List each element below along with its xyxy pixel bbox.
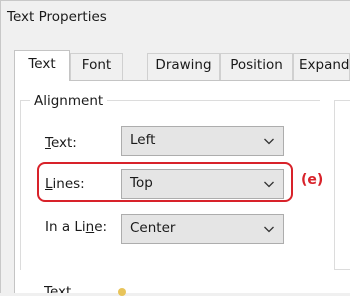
chevron-down-icon xyxy=(264,138,274,145)
partial-section-label-text: Text ... xyxy=(44,285,89,293)
inline-align-label-mnemonic: n xyxy=(85,219,95,235)
dialog-title: Text Properties xyxy=(7,9,107,25)
inline-align-label-prefix: In a Li xyxy=(45,219,86,235)
inline-align-value: Center xyxy=(130,220,176,236)
tab-expand[interactable]: Expand xyxy=(293,53,350,80)
annotation-callout: (e) xyxy=(301,172,324,188)
tab-strip: Text Font Drawing Position Expand xyxy=(14,50,350,81)
side-group xyxy=(334,100,350,270)
alignment-legend: Alignment xyxy=(30,93,108,109)
partial-section-label: Text ... xyxy=(44,285,88,293)
text-align-dropdown[interactable]: Left xyxy=(121,126,284,156)
inline-align-dropdown[interactable]: Center xyxy=(121,214,284,244)
text-align-value: Left xyxy=(130,132,156,148)
annotation-highlight-box xyxy=(37,162,293,202)
text-align-label: Text: xyxy=(45,135,77,151)
tab-font[interactable]: Font xyxy=(70,53,123,80)
tab-text[interactable]: Text xyxy=(14,50,70,81)
inline-align-label: In a Line: xyxy=(45,219,107,235)
chevron-down-icon xyxy=(264,226,274,233)
text-align-label-rest: ext: xyxy=(50,135,77,151)
tab-position[interactable]: Position xyxy=(220,53,293,80)
inline-align-label-rest: e: xyxy=(94,219,108,235)
partial-icon xyxy=(118,288,126,296)
tab-drawing[interactable]: Drawing xyxy=(147,53,220,80)
